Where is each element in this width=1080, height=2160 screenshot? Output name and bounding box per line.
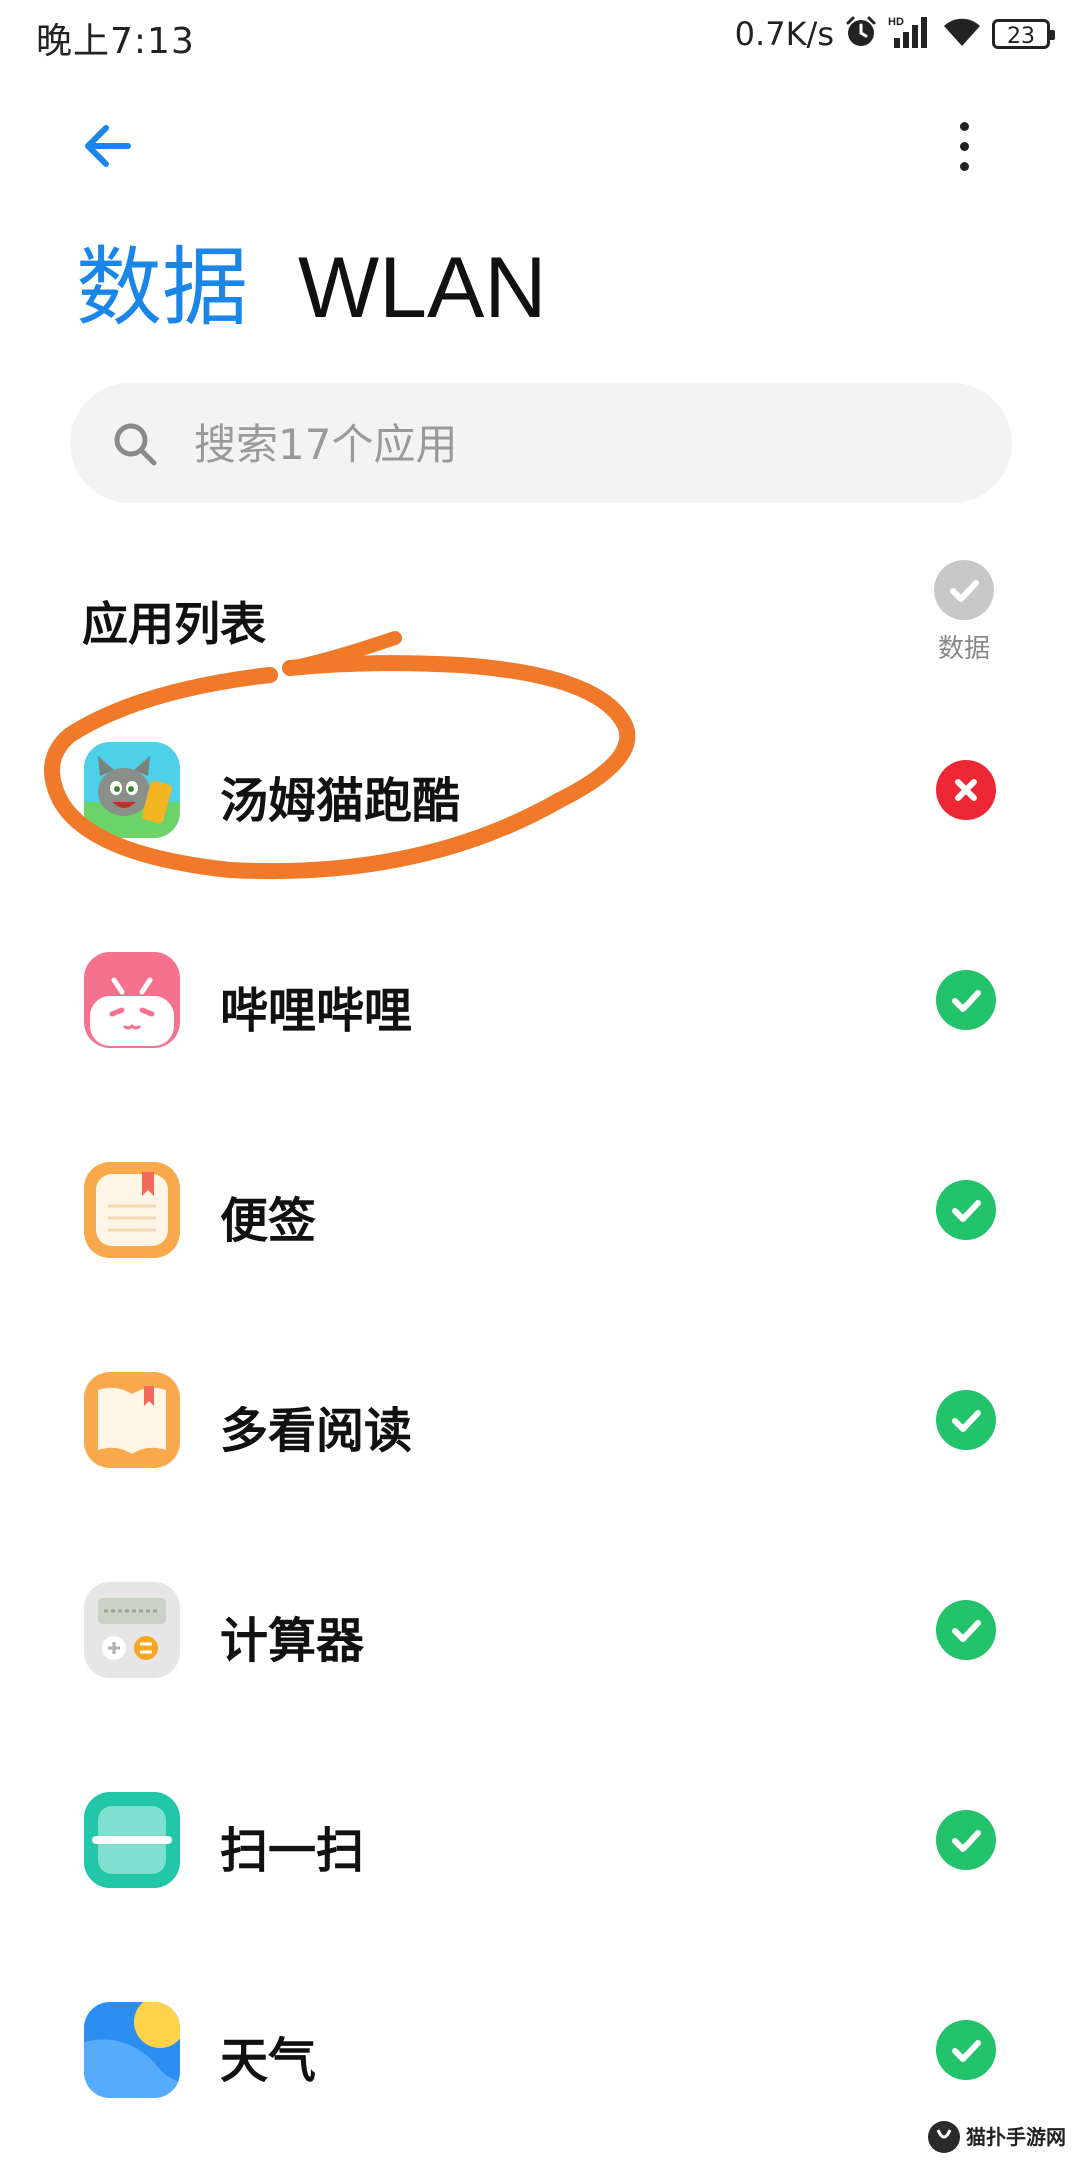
app-name: 哔哩哔哩 <box>220 983 413 1039</box>
search-bar[interactable] <box>70 383 1012 503</box>
search-input[interactable] <box>192 411 956 477</box>
check-icon <box>952 1620 981 1642</box>
check-icon <box>952 1830 981 1852</box>
list-item[interactable]: 汤姆猫跑酷 <box>0 685 1080 895</box>
bilibili-icon <box>84 952 180 1048</box>
list-item[interactable]: 多看阅读 <box>0 1315 1080 1525</box>
scanner-icon <box>84 1792 180 1888</box>
search-icon <box>114 423 157 466</box>
check-icon <box>952 2040 981 2062</box>
data-allowed-toggle[interactable] <box>936 2020 996 2080</box>
app-name: 多看阅读 <box>220 1403 413 1459</box>
tab-wlan[interactable]: WLAN <box>298 238 546 338</box>
data-allowed-toggle[interactable] <box>936 1390 996 1450</box>
data-allowed-toggle[interactable] <box>936 1600 996 1660</box>
check-icon <box>952 1410 981 1432</box>
more-vertical-icon <box>960 122 969 131</box>
select-all-check-icon[interactable] <box>934 560 994 620</box>
svg-text:HD: HD <box>888 16 904 28</box>
list-item[interactable]: 便签 <box>0 1105 1080 1315</box>
app-name: 汤姆猫跑酷 <box>220 773 461 829</box>
close-icon <box>955 779 977 801</box>
data-column-header[interactable]: 数据 <box>920 560 1008 665</box>
tab-bar: 数据 WLAN <box>76 238 546 338</box>
back-button[interactable] <box>80 118 140 174</box>
data-allowed-toggle[interactable] <box>936 970 996 1030</box>
list-item[interactable]: 计算器 <box>0 1525 1080 1735</box>
data-allowed-toggle[interactable] <box>936 1180 996 1240</box>
app-name: 扫一扫 <box>220 1823 365 1879</box>
status-time: 晚上7:13 <box>36 21 195 62</box>
list-item[interactable]: 哔哩哔哩 <box>0 895 1080 1105</box>
status-icons: 0.7K/s HD 23 <box>734 12 1055 56</box>
app-list-title: 应用列表 <box>82 597 266 651</box>
tab-data[interactable]: 数据 <box>76 238 248 338</box>
svg-text:猫扑手游网: 猫扑手游网 <box>966 2125 1066 2149</box>
more-options-button[interactable] <box>945 118 985 178</box>
duokan-reader-icon <box>84 1372 180 1468</box>
arrow-left-icon <box>85 125 131 167</box>
hd-signal-icon: HD <box>888 14 932 54</box>
status-bar: 晚上7:13 0.7K/s HD 23 <box>0 0 1080 66</box>
data-blocked-toggle[interactable] <box>936 760 996 820</box>
calculator-icon <box>84 1582 180 1678</box>
app-name: 计算器 <box>220 1613 365 1669</box>
check-icon <box>952 990 981 1012</box>
notes-icon <box>84 1162 180 1258</box>
talking-tom-run-icon <box>84 742 180 838</box>
app-name: 天气 <box>220 2033 317 2089</box>
check-icon <box>952 1200 981 1222</box>
wifi-icon <box>942 16 982 52</box>
app-name: 便签 <box>220 1193 317 1249</box>
battery-icon: 23 <box>992 19 1055 49</box>
list-item[interactable]: 天气 <box>0 1945 1080 2155</box>
alarm-icon <box>844 15 878 53</box>
watermark-logo: 猫扑手游网 <box>926 2118 1076 2156</box>
list-item[interactable]: 扫一扫 <box>0 1735 1080 1945</box>
network-speed: 0.7K/s <box>734 15 834 53</box>
data-allowed-toggle[interactable] <box>936 1810 996 1870</box>
weather-icon <box>84 2002 180 2098</box>
data-column-label: 数据 <box>937 634 990 664</box>
